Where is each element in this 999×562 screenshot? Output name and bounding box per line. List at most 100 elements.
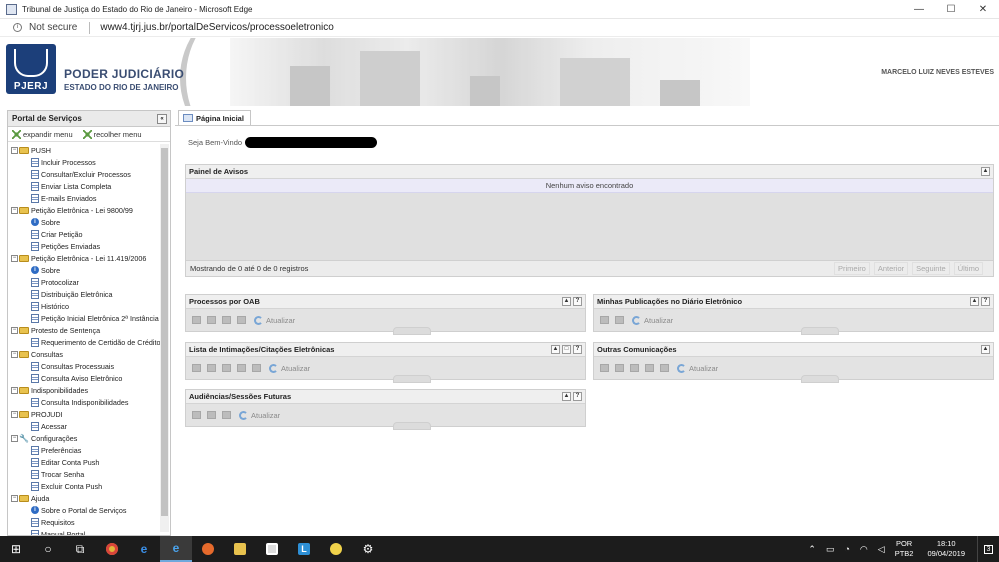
- minimize-button[interactable]: —: [903, 0, 935, 19]
- help-icon[interactable]: ?: [981, 297, 990, 306]
- tree-item[interactable]: Petição Inicial Eletrônica 2ª Instância: [8, 312, 170, 324]
- tree-item[interactable]: Editar Conta Push: [8, 456, 170, 468]
- scrollbar-thumb[interactable]: [161, 148, 168, 516]
- action-center-button[interactable]: 3: [977, 536, 999, 562]
- tree-item[interactable]: Consulta Aviso Eletrônico: [8, 372, 170, 384]
- tree-folder[interactable]: − Protesto de Sentença: [8, 324, 170, 336]
- panel-tab-stub[interactable]: [393, 422, 431, 430]
- collapse-node-icon[interactable]: −: [11, 410, 18, 418]
- tree-item[interactable]: Distribuição Eletrônica: [8, 288, 170, 300]
- maximize-button[interactable]: ☐: [935, 0, 967, 19]
- tree-item[interactable]: Requerimento de Certidão de Crédito: [8, 336, 170, 348]
- messaging-app-icon[interactable]: [320, 536, 352, 562]
- mail-icon[interactable]: [222, 364, 231, 372]
- panel-tab-stub[interactable]: [801, 327, 839, 335]
- battery-icon[interactable]: ▭: [826, 544, 835, 555]
- tree-item[interactable]: Excluir Conta Push: [8, 480, 170, 492]
- url-field[interactable]: www4.tjrj.jus.br/portalDeServicos/proces…: [100, 22, 333, 33]
- help-icon[interactable]: ?: [573, 345, 582, 354]
- network-icon[interactable]: ◔: [844, 544, 849, 554]
- maximize-panel-icon[interactable]: □: [562, 345, 571, 354]
- collapse-node-icon[interactable]: −: [11, 146, 18, 154]
- language-indicator[interactable]: POR PTB2: [895, 539, 914, 559]
- open-icon[interactable]: [615, 364, 624, 372]
- volume-icon[interactable]: ◁: [878, 544, 885, 555]
- l-app-icon[interactable]: L: [288, 536, 320, 562]
- pager-previous[interactable]: Anterior: [873, 262, 909, 275]
- collapse-panel-icon[interactable]: ▲: [551, 345, 560, 354]
- refresh-button[interactable]: Atualizar: [677, 363, 718, 373]
- export-icon[interactable]: [645, 364, 654, 372]
- tree-item[interactable]: E-mails Enviados: [8, 192, 170, 204]
- new-doc-icon[interactable]: [192, 316, 201, 324]
- collapse-menu-button[interactable]: recolher menu: [82, 129, 142, 139]
- show-hidden-icons-icon[interactable]: ⌃: [808, 544, 816, 555]
- tree-item[interactable]: Consultas Processuais: [8, 360, 170, 372]
- tree-item[interactable]: i Sobre o Portal de Serviços: [8, 504, 170, 516]
- panel-tab-stub[interactable]: [393, 327, 431, 335]
- tree-item[interactable]: Acessar: [8, 420, 170, 432]
- edge-icon[interactable]: e: [160, 536, 192, 562]
- collapse-node-icon[interactable]: −: [11, 434, 18, 442]
- tree-item[interactable]: Protocolizar: [8, 276, 170, 288]
- ie-icon[interactable]: e: [128, 536, 160, 562]
- help-icon[interactable]: ?: [573, 297, 582, 306]
- mail-icon[interactable]: [630, 364, 639, 372]
- tree-folder[interactable]: − Indisponibilidades: [8, 384, 170, 396]
- help-icon[interactable]: ?: [573, 392, 582, 401]
- task-view-icon[interactable]: ⧉: [64, 536, 96, 562]
- collapse-node-icon[interactable]: −: [11, 326, 18, 334]
- refresh-button[interactable]: Atualizar: [239, 410, 280, 420]
- settings-gear-icon[interactable]: ⚙: [352, 536, 384, 562]
- pager-last[interactable]: Último: [953, 262, 983, 275]
- collapse-panel-icon[interactable]: ▲: [970, 297, 979, 306]
- new-doc-icon[interactable]: [192, 411, 201, 419]
- collapse-node-icon[interactable]: −: [11, 206, 18, 214]
- tree-folder[interactable]: − PUSH: [8, 144, 170, 156]
- open-icon[interactable]: [207, 316, 216, 324]
- export-icon[interactable]: [222, 316, 231, 324]
- open-icon[interactable]: [207, 411, 216, 419]
- tree-item[interactable]: Trocar Senha: [8, 468, 170, 480]
- file-explorer-icon[interactable]: [224, 536, 256, 562]
- clock[interactable]: 18:10 09/04/2019: [927, 539, 965, 559]
- print-icon[interactable]: [660, 364, 669, 372]
- tree-folder[interactable]: − Consultas: [8, 348, 170, 360]
- tree-item[interactable]: Manual Portal: [8, 528, 170, 535]
- chrome-icon[interactable]: [96, 536, 128, 562]
- print-icon[interactable]: [237, 316, 246, 324]
- panel-tab-stub[interactable]: [393, 375, 431, 383]
- tree-item[interactable]: Consulta Indisponibilidades: [8, 396, 170, 408]
- tree-item[interactable]: Histórico: [8, 300, 170, 312]
- pjerj-logo[interactable]: PJERJ: [6, 44, 56, 94]
- collapse-panel-icon[interactable]: ▲: [981, 167, 990, 176]
- refresh-button[interactable]: Atualizar: [632, 315, 673, 325]
- tab-pagina-inicial[interactable]: Página Inicial: [178, 110, 251, 125]
- pager-next[interactable]: Seguinte: [912, 262, 950, 275]
- tree-folder[interactable]: − Petição Eletrônica - Lei 9800/99: [8, 204, 170, 216]
- print-icon[interactable]: [252, 364, 261, 372]
- tree-item[interactable]: i Sobre: [8, 264, 170, 276]
- search-icon[interactable]: ○: [32, 536, 64, 562]
- collapse-panel-icon[interactable]: ▲: [981, 345, 990, 354]
- expand-menu-button[interactable]: expandir menu: [12, 129, 73, 139]
- collapse-node-icon[interactable]: −: [11, 350, 18, 358]
- site-info-icon[interactable]: i: [13, 23, 22, 32]
- collapse-panel-icon[interactable]: ▲: [562, 297, 571, 306]
- tree-item[interactable]: i Sobre: [8, 216, 170, 228]
- sidebar-scrollbar[interactable]: [160, 144, 169, 532]
- start-button[interactable]: ⊞: [0, 536, 32, 562]
- security-status[interactable]: Not secure: [29, 22, 77, 33]
- store-icon[interactable]: [256, 536, 288, 562]
- collapse-node-icon[interactable]: −: [11, 494, 18, 502]
- collapse-node-icon[interactable]: −: [11, 254, 18, 262]
- print-icon[interactable]: [615, 316, 624, 324]
- tree-item[interactable]: Requisitos: [8, 516, 170, 528]
- tree-folder[interactable]: − Petição Eletrônica - Lei 11.419/2006: [8, 252, 170, 264]
- tree-folder[interactable]: − PROJUDI: [8, 408, 170, 420]
- refresh-button[interactable]: Atualizar: [269, 363, 310, 373]
- new-doc-icon[interactable]: [600, 364, 609, 372]
- tree-item[interactable]: Enviar Lista Completa: [8, 180, 170, 192]
- panel-tab-stub[interactable]: [801, 375, 839, 383]
- tree-item[interactable]: Preferências: [8, 444, 170, 456]
